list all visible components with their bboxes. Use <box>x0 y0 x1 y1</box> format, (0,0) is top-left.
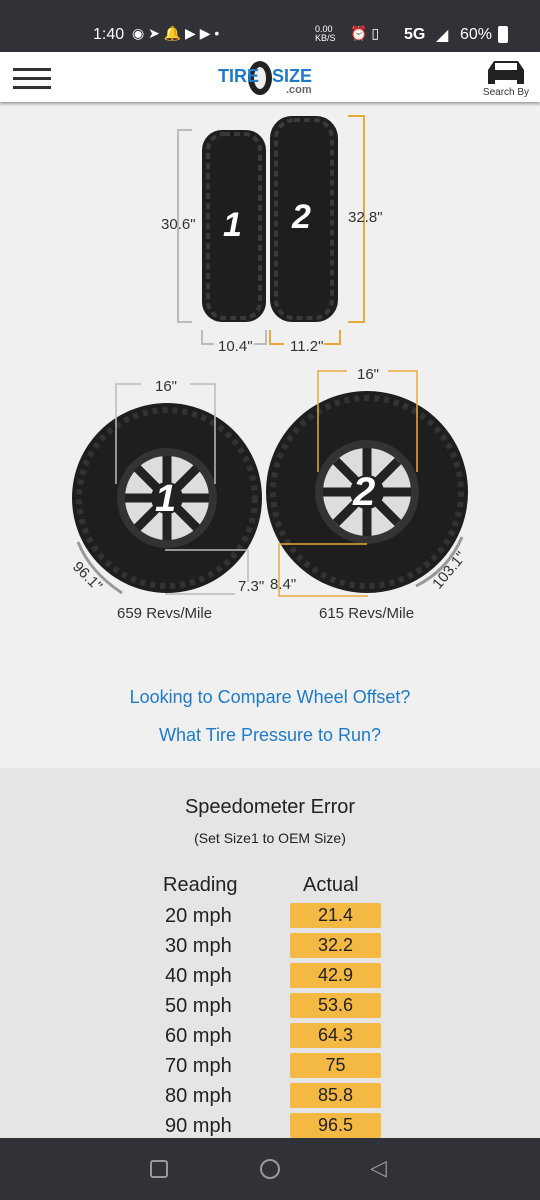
reading-cell: 40 mph <box>165 965 232 987</box>
actual-cell: 96.5 <box>290 1113 381 1138</box>
actual-header: Actual <box>303 874 359 896</box>
tire2-height: 32.8" <box>348 209 383 226</box>
tire2-label: 2 <box>292 198 311 236</box>
actual-cell: 85.8 <box>290 1083 381 1108</box>
actual-cell: 64.3 <box>290 1023 381 1048</box>
table-row: 60 mph 64.3 <box>0 1023 540 1053</box>
battery-level: 60% <box>460 26 493 43</box>
android-nav-bar: ◁ <box>0 1138 540 1200</box>
net-speed: 0.00 KB/S <box>315 24 336 43</box>
wheel1-label: 1 <box>155 478 177 520</box>
tire1-width: 10.4" <box>218 338 253 355</box>
recents-button[interactable] <box>150 1160 168 1178</box>
table-row: 30 mph 32.2 <box>0 933 540 963</box>
actual-cell: 53.6 <box>290 993 381 1018</box>
home-button[interactable] <box>260 1159 280 1179</box>
tire1-revs: 659 Revs/Mile <box>117 605 213 622</box>
reading-header: Reading <box>163 874 238 896</box>
tire2-sidewall: 8.4" <box>270 576 297 593</box>
network-label: 5G <box>404 26 426 43</box>
reading-cell: 90 mph <box>165 1115 232 1137</box>
tire-pressure-link[interactable]: What Tire Pressure to Run? <box>0 725 540 746</box>
tire2-width: 11.2" <box>290 338 324 355</box>
tire1-rim: 16" <box>155 378 178 395</box>
tire-comparison-graphics: 1 2 30.6" 32.8" 10.4" 11.2" 1 2 16" 16" … <box>0 102 540 768</box>
notification-icons: ◉ ➤ 🔔 ▶ ▶ • <box>132 25 220 41</box>
car-icon <box>488 61 524 84</box>
reading-cell: 20 mph <box>165 905 232 927</box>
table-row: 80 mph 85.8 <box>0 1083 540 1113</box>
tiresize-logo[interactable]: TIRE SIZE .com <box>212 60 332 96</box>
actual-cell: 32.2 <box>290 933 381 958</box>
svg-text:.com: .com <box>286 84 312 96</box>
reading-cell: 70 mph <box>165 1055 232 1077</box>
compare-wheel-offset-link[interactable]: Looking to Compare Wheel Offset? <box>0 687 540 708</box>
alarm-icon: ⏰ ▯ <box>350 25 380 41</box>
reading-cell: 80 mph <box>165 1085 232 1107</box>
actual-cell: 42.9 <box>290 963 381 988</box>
signal-icon: ◢ <box>436 27 449 44</box>
site-header: TIRE SIZE .com Search By <box>0 52 540 102</box>
search-by-label: Search By <box>482 87 530 98</box>
tire1-sidewall: 7.3" <box>238 578 265 595</box>
table-row: 40 mph 42.9 <box>0 963 540 993</box>
clock: 1:40 <box>93 26 125 43</box>
svg-text:SIZE: SIZE <box>272 66 312 86</box>
reading-cell: 30 mph <box>165 935 232 957</box>
table-row: 50 mph 53.6 <box>0 993 540 1023</box>
speedometer-error-section: Speedometer Error (Set Size1 to OEM Size… <box>0 768 540 1138</box>
section-title: Speedometer Error <box>184 796 356 818</box>
tire2-rim: 16" <box>357 366 380 383</box>
tire1-label: 1 <box>223 206 242 244</box>
battery-icon <box>498 26 508 43</box>
table-row: 20 mph 21.4 <box>0 903 540 933</box>
status-bar: 1:40 ◉ ➤ 🔔 ▶ ▶ • 0.00 KB/S ⏰ ▯ 5G ◢ 60% <box>0 0 540 52</box>
reading-cell: 50 mph <box>165 995 232 1017</box>
search-by-button[interactable]: Search By <box>480 58 532 98</box>
actual-cell: 75 <box>290 1053 381 1078</box>
reading-cell: 60 mph <box>165 1025 232 1047</box>
section-subtitle: (Set Size1 to OEM Size) <box>194 830 346 846</box>
table-row: 70 mph 75 <box>0 1053 540 1083</box>
hamburger-menu-icon[interactable] <box>13 68 51 90</box>
tire1-height: 30.6" <box>161 216 196 233</box>
table-row: 90 mph 96.5 <box>0 1113 540 1138</box>
wheel2-label: 2 <box>353 470 376 514</box>
svg-text:TIRE: TIRE <box>218 66 259 86</box>
actual-cell: 21.4 <box>290 903 381 928</box>
back-button[interactable]: ◁ <box>370 1155 387 1181</box>
tire2-revs: 615 Revs/Mile <box>319 605 415 622</box>
